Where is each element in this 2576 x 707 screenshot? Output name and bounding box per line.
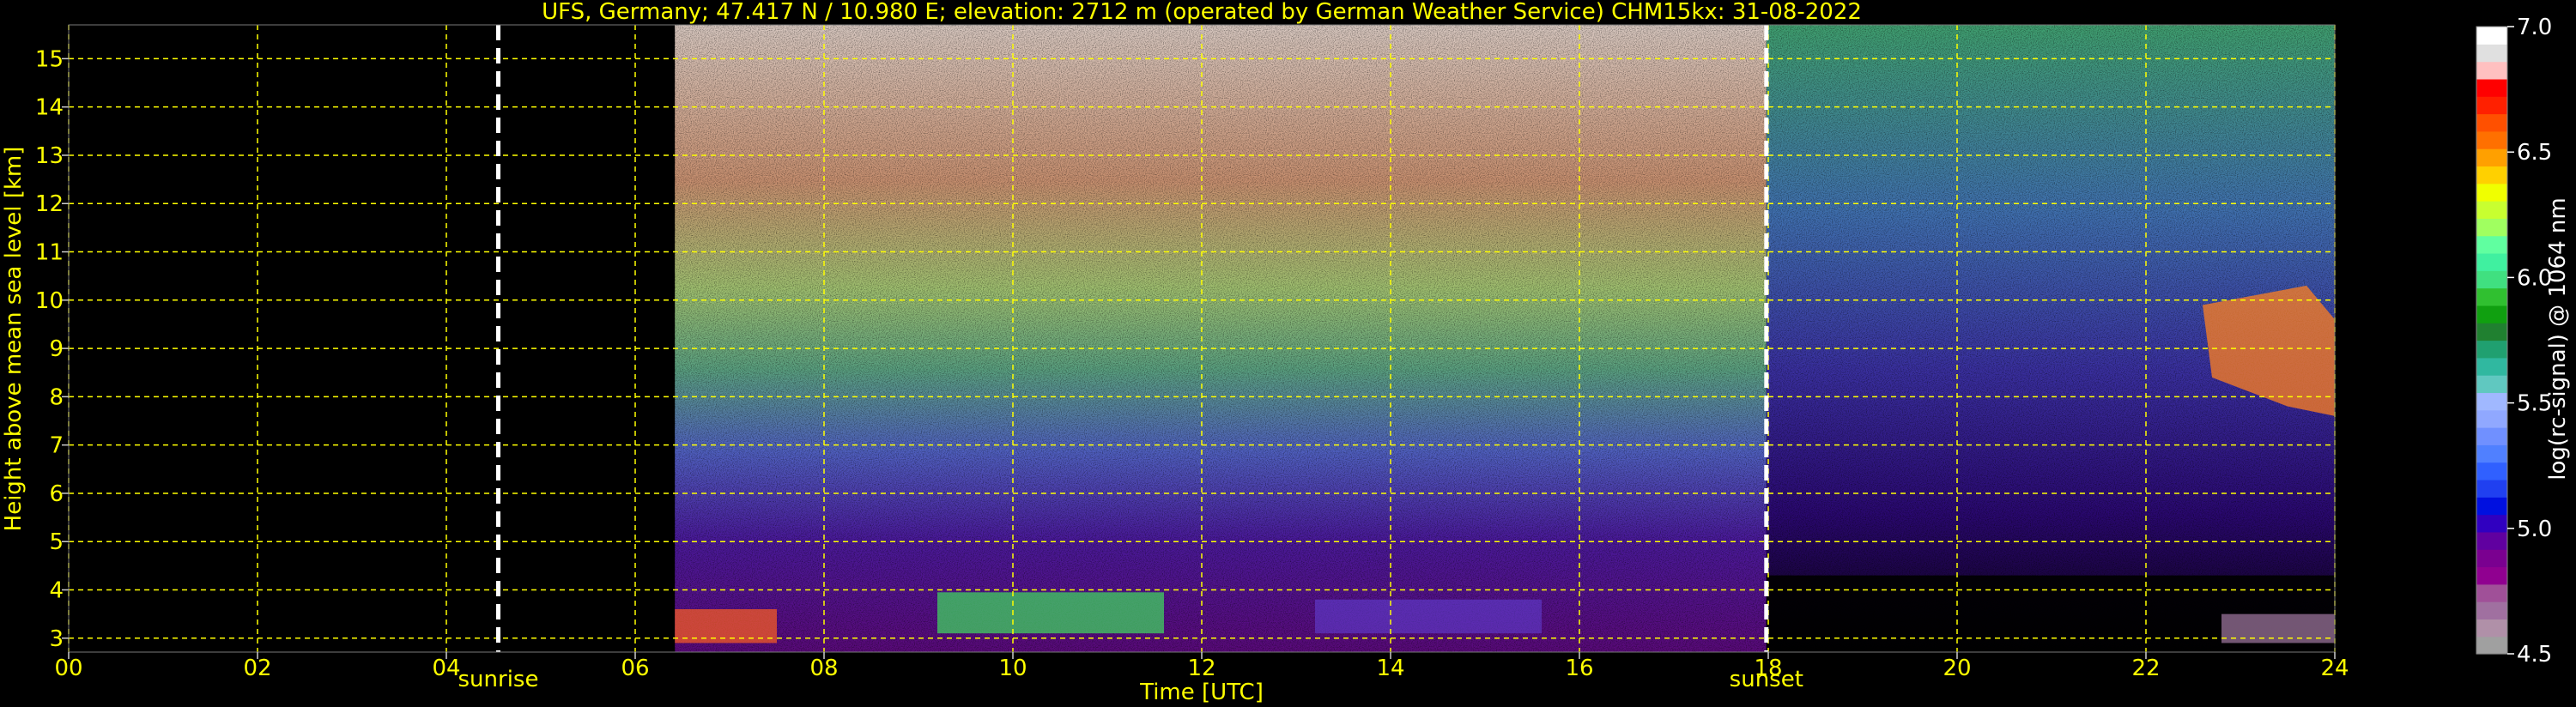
y-tick-label: 3: [49, 626, 64, 652]
colorbar-segment: [2476, 514, 2507, 533]
colorbar-segment: [2476, 619, 2507, 638]
x-tick-label: 02: [243, 656, 271, 681]
x-tick-label: 00: [54, 656, 82, 681]
colorbar-segment: [2476, 305, 2507, 323]
x-tick-label: 18: [1754, 656, 1782, 681]
colorbar-segment: [2476, 201, 2507, 219]
y-axis-label: Height above mean sea level [km]: [1, 147, 27, 532]
colorbar-label: log(rc-signal) @ 1064 nm: [2545, 197, 2571, 480]
ceilometer-chart: sunrise sunset 00 02 04 06 08 10 12 14 16 18 20 22 24…: [1, 0, 2571, 705]
y-tick-label: 12: [35, 191, 64, 217]
aerosol-layer: [1315, 599, 1542, 634]
colorbar-segment: [2476, 44, 2507, 63]
colorbar-segment: [2476, 218, 2507, 237]
y-tick-label: 9: [49, 336, 64, 362]
colorbar-segment: [2476, 78, 2507, 97]
x-tick-label: 24: [2320, 656, 2349, 681]
colorbar-tick-label: 4.5: [2517, 642, 2552, 668]
x-tick-label: 16: [1565, 656, 1593, 681]
y-tick-label: 10: [35, 288, 64, 314]
colorbar-segment: [2476, 323, 2507, 341]
y-tick-label: 15: [35, 46, 64, 72]
y-tick-label: 13: [35, 143, 64, 169]
colorbar-segment: [2476, 340, 2507, 359]
colorbar-segment: [2476, 549, 2507, 568]
colorbar-segment: [2476, 444, 2507, 463]
colorbar-segment: [2476, 601, 2507, 619]
colorbar-segment: [2476, 636, 2507, 655]
x-tick-label: 10: [998, 656, 1027, 681]
colorbar-segment: [2476, 235, 2507, 254]
colorbar-segment: [2476, 583, 2507, 602]
y-tick-label: 6: [49, 481, 64, 507]
colorbar-segment: [2476, 392, 2507, 411]
colorbar-segment: [2476, 27, 2507, 45]
colorbar-tick-label: 5.0: [2517, 517, 2552, 542]
colorbar-segment: [2476, 270, 2507, 289]
colorbar-tick-label: 6.5: [2517, 140, 2552, 166]
backscatter-field: [675, 25, 2336, 652]
colorbar-segment: [2476, 409, 2507, 428]
x-tick-label: 12: [1187, 656, 1215, 681]
x-tick-label: 08: [809, 656, 838, 681]
colorbar-segment: [2476, 252, 2507, 271]
colorbar-segment: [2476, 113, 2507, 132]
colorbar-segment: [2476, 531, 2507, 550]
colorbar-segment: [2476, 183, 2507, 202]
x-tick-label: 22: [2131, 656, 2160, 681]
colorbar-segment: [2476, 479, 2507, 498]
colorbar-segment: [2476, 497, 2507, 516]
x-axis-label: Time [UTC]: [1139, 680, 1264, 705]
colorbar-segment: [2476, 427, 2507, 445]
y-tick-label: 8: [49, 384, 64, 410]
colorbar-segment: [2476, 166, 2507, 184]
colorbar-segment: [2476, 96, 2507, 115]
x-tick-label: 06: [621, 656, 649, 681]
colorbar-segment: [2476, 566, 2507, 585]
colorbar-segment: [2476, 61, 2507, 80]
signal-noise-overlay: [675, 25, 2336, 652]
y-tick-label: 7: [49, 433, 64, 459]
x-axis-ticks: 00 02 04 06 08 10 12 14 16 18 20 22 24: [54, 652, 2349, 681]
colorbar-segment: [2476, 462, 2507, 480]
y-tick-label: 4: [49, 578, 64, 604]
sun-marker-label: sunrise: [458, 667, 539, 692]
chart-title: UFS, Germany; 47.417 N / 10.980 E; eleva…: [542, 0, 1862, 25]
colorbar-tick-label: 7.0: [2517, 15, 2552, 40]
colorbar-segment: [2476, 287, 2507, 306]
x-tick-label: 14: [1376, 656, 1404, 681]
y-tick-label: 11: [35, 240, 64, 266]
y-tick-label: 5: [49, 529, 64, 555]
aerosol-layer: [937, 592, 1164, 634]
colorbar-segment: [2476, 148, 2507, 167]
colorbar: 4.55.05.56.06.57.0: [2476, 15, 2552, 668]
x-tick-label: 04: [432, 656, 460, 681]
colorbar-segment: [2476, 357, 2507, 376]
x-tick-label: 20: [1943, 656, 1971, 681]
colorbar-segment: [2476, 375, 2507, 394]
y-tick-label: 14: [35, 95, 64, 121]
colorbar-segment: [2476, 130, 2507, 149]
y-axis-ticks: 3 4 5 6 7 8 9 10 11 12 13 14 15: [35, 46, 69, 652]
